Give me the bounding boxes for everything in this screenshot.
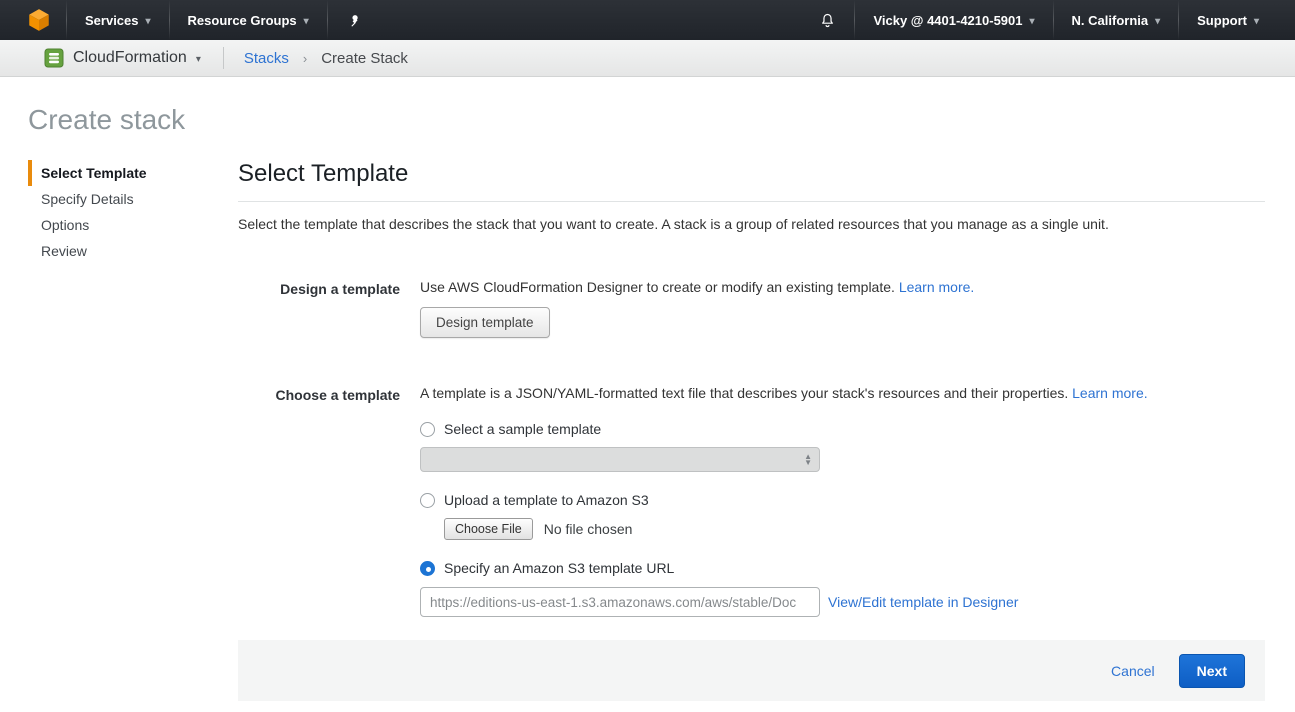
s3-url-row: View/Edit template in Designer [420,587,1265,617]
account-menu[interactable]: Vicky @ 4401-4210-5901 ▾ [855,0,1052,40]
bell-icon [819,12,836,29]
region-menu-label: N. California [1072,13,1149,28]
chevron-down-icon: ▾ [196,54,201,65]
resource-groups-menu[interactable]: Resource Groups ▾ [170,0,327,40]
step-select-template[interactable]: Select Template [28,160,218,186]
design-learn-more-link[interactable]: Learn more. [899,279,974,295]
section-description: Select the template that describes the s… [238,216,1265,232]
chevron-down-icon: ▾ [146,16,151,27]
select-stepper-icon: ▲▼ [804,454,812,466]
s3-url-input[interactable] [420,587,820,617]
chevron-down-icon: ▾ [304,16,309,27]
services-menu[interactable]: Services ▾ [67,0,169,40]
next-button[interactable]: Next [1179,654,1245,688]
step-specify-details[interactable]: Specify Details [28,186,218,212]
resource-groups-menu-label: Resource Groups [188,13,297,28]
radio-sample-template-label: Select a sample template [444,421,601,437]
radio-upload-template-label: Upload a template to Amazon S3 [444,492,649,508]
breadcrumb-separator-icon: › [303,51,307,66]
choose-file-button[interactable]: Choose File [444,518,533,540]
choose-template-text: A template is a JSON/YAML-formatted text… [420,385,1068,401]
service-navigation-bar: CloudFormation ▾ Stacks › Create Stack [0,40,1295,77]
step-review[interactable]: Review [28,238,218,264]
cloudformation-service-menu[interactable]: CloudFormation ▾ [44,48,201,68]
view-edit-designer-link[interactable]: View/Edit template in Designer [828,594,1018,610]
account-menu-label: Vicky @ 4401-4210-5901 [873,13,1022,28]
divider [223,47,224,69]
support-menu-label: Support [1197,13,1247,28]
choose-template-row: Choose a template A template is a JSON/Y… [238,385,1265,617]
breadcrumb-stacks-link[interactable]: Stacks [244,50,289,67]
choose-template-label: Choose a template [238,385,420,617]
cloudformation-icon [44,48,64,68]
design-template-text: Use AWS CloudFormation Designer to creat… [420,279,895,295]
radio-s3-url[interactable] [420,561,435,576]
pin-icon [346,13,361,28]
radio-s3-url-label: Specify an Amazon S3 template URL [444,560,674,576]
top-navigation-bar: Services ▾ Resource Groups ▾ [0,0,1295,40]
cancel-button[interactable]: Cancel [1111,663,1155,679]
wizard-steps: Select Template Specify Details Options … [28,160,218,264]
region-menu[interactable]: N. California ▾ [1054,0,1179,40]
chevron-down-icon: ▾ [1030,16,1035,27]
file-upload-row: Choose File No file chosen [444,518,1265,540]
design-template-label: Design a template [238,279,420,338]
design-template-button[interactable]: Design template [420,307,550,338]
chevron-down-icon: ▾ [1254,16,1259,27]
section-heading: Select Template [238,160,1265,188]
sample-template-select[interactable]: ▲▼ [420,447,820,472]
chevron-down-icon: ▾ [1155,16,1160,27]
choose-learn-more-link[interactable]: Learn more. [1072,385,1147,401]
pinned-shortcuts-button[interactable] [328,0,379,40]
main-panel: Select Template Select the template that… [238,160,1265,617]
page-title: Create stack [28,104,185,136]
breadcrumb-current: Create Stack [321,50,408,67]
wizard-footer: Cancel Next [238,640,1265,701]
design-template-row: Design a template Use AWS CloudFormation… [238,279,1265,338]
services-menu-label: Services [85,13,139,28]
support-menu[interactable]: Support ▾ [1179,0,1277,40]
step-options[interactable]: Options [28,212,218,238]
aws-logo-icon[interactable] [26,7,52,33]
file-status-text: No file chosen [544,521,633,537]
radio-upload-template[interactable] [420,493,435,508]
service-name-label: CloudFormation [73,49,187,67]
notifications-button[interactable] [801,0,854,40]
radio-sample-template[interactable] [420,422,435,437]
divider [238,201,1265,202]
